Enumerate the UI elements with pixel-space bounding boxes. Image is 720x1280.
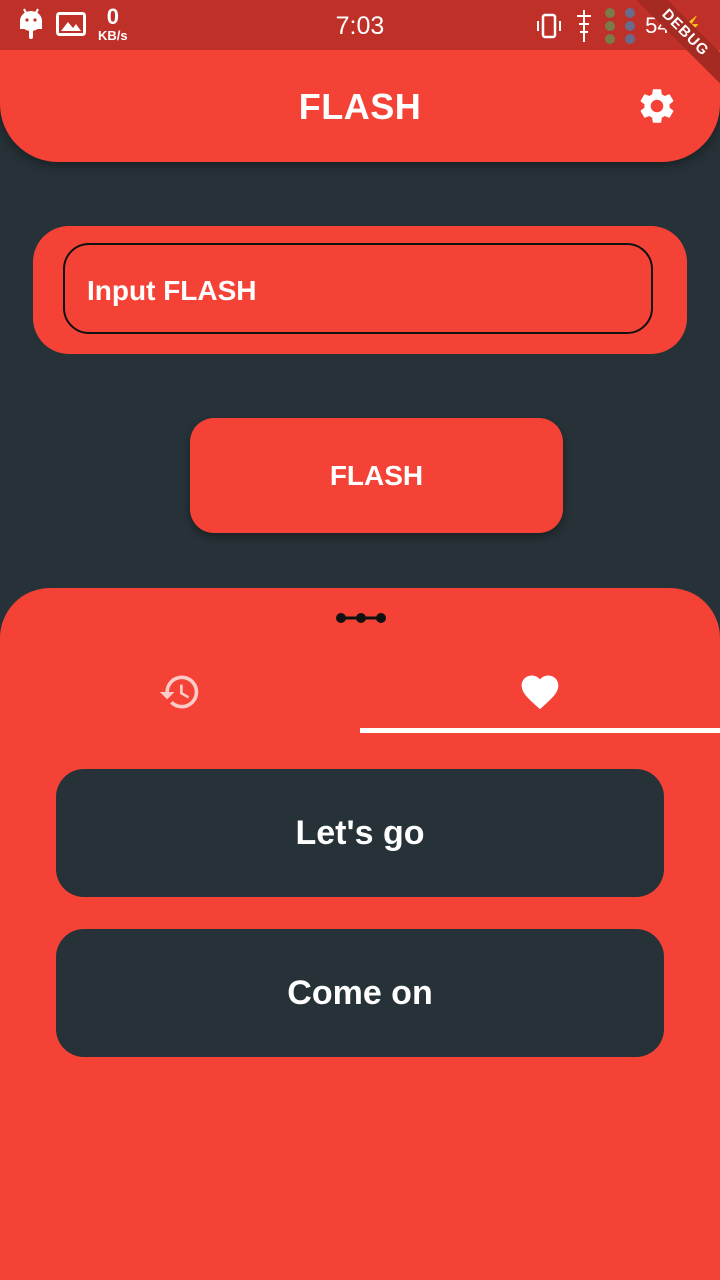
input-card: Input FLASH	[33, 226, 687, 354]
signal-dots-icon	[625, 8, 636, 44]
tab-history[interactable]	[0, 658, 360, 732]
list-item[interactable]: Come on	[56, 929, 664, 1057]
flash-button[interactable]: FLASH	[190, 418, 563, 533]
heart-icon	[521, 675, 559, 710]
bottom-sheet: Let's go Come on	[0, 588, 720, 1280]
list-item-label: Let's go	[295, 814, 425, 852]
status-bar: 0 KB/s 7:03 54 ⚡	[0, 0, 720, 50]
settings-gear-icon[interactable]	[636, 85, 678, 127]
page-title: FLASH	[298, 86, 422, 127]
drag-handle-icon[interactable]	[335, 610, 387, 626]
antenna-icon	[577, 10, 592, 42]
list-item[interactable]: Let's go	[56, 769, 664, 897]
flash-button-label: FLASH	[329, 460, 424, 491]
signal-dots-icon	[605, 8, 616, 44]
vibrate-icon	[537, 13, 562, 39]
flash-input[interactable]: Input FLASH	[63, 243, 653, 334]
input-placeholder: Input FLASH	[87, 275, 257, 306]
list-item-label: Come on	[287, 974, 433, 1012]
app-bar: FLASH	[0, 50, 720, 162]
tab-favorites[interactable]	[360, 658, 720, 732]
history-icon	[159, 675, 199, 709]
tab-indicator	[360, 728, 720, 733]
